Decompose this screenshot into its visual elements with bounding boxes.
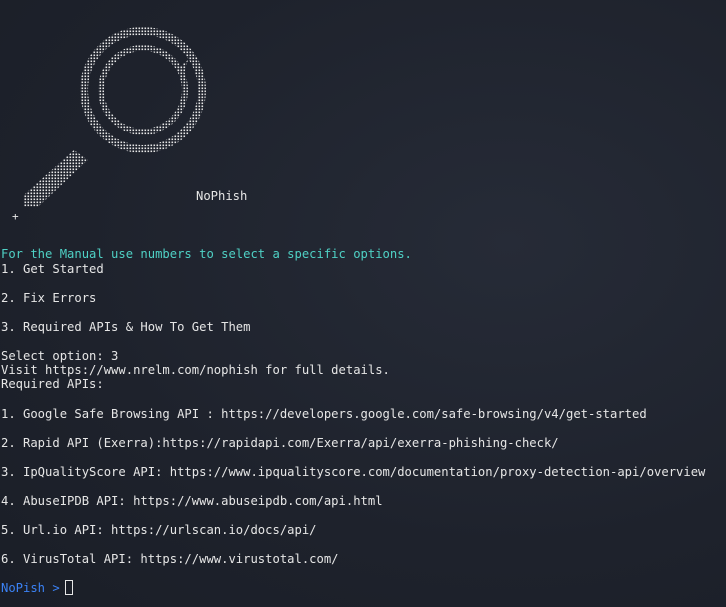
svg-text:+: + (12, 210, 19, 223)
select-option-line: Select option: 3 (1, 349, 119, 363)
api-line: 4. AbuseIPDB API: https://www.abuseipdb.… (1, 494, 383, 508)
required-apis-header: Required APIs: (1, 377, 104, 391)
visit-line: Visit https://www.nrelm.com/nophish for … (1, 363, 390, 377)
api-line: 1. Google Safe Browsing API : https://de… (1, 407, 647, 421)
menu-item-get-started: 1. Get Started (1, 262, 104, 276)
api-line: 6. VirusTotal API: https://www.virustota… (1, 552, 339, 566)
api-line: 2. Rapid API (Exerra):https://rapidapi.c… (1, 436, 559, 450)
api-line: 3. IpQualityScore API: https://www.ipqua… (1, 465, 706, 479)
command-prompt: NoPish > (1, 581, 68, 595)
app-title: NoPhish (196, 189, 248, 203)
manual-hint: For the Manual use numbers to select a s… (1, 247, 412, 261)
menu-item-required-apis: 3. Required APIs & How To Get Them (1, 320, 251, 334)
text-cursor[interactable] (65, 580, 73, 595)
api-line: 5. Url.io API: https://urlscan.io/docs/a… (1, 523, 317, 537)
menu-item-fix-errors: 2. Fix Errors (1, 291, 97, 305)
terminal-window: + NoPhish For the Manual use numbers to … (0, 0, 726, 607)
